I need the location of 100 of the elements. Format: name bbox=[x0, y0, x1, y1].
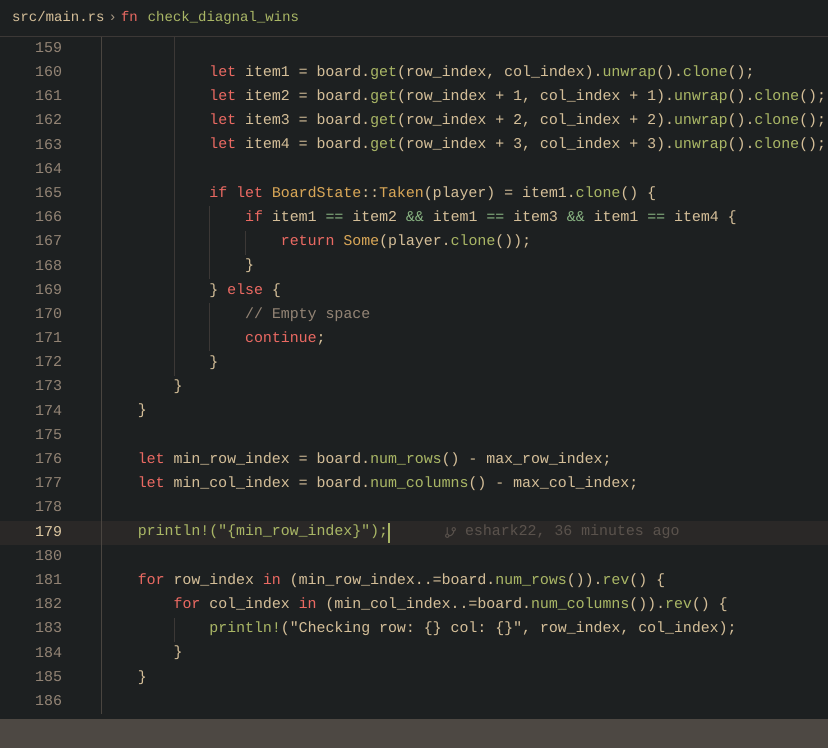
code-text: item1 bbox=[592, 210, 640, 226]
code-text: (row_index, col_index). bbox=[396, 66, 602, 81]
function-name: get bbox=[370, 66, 397, 81]
keyword: let bbox=[138, 452, 165, 468]
keyword: let bbox=[209, 138, 236, 154]
function-name: println! bbox=[138, 525, 210, 540]
function-name: clone bbox=[576, 186, 620, 202]
code-text: :: bbox=[361, 186, 380, 202]
line-number: 162 bbox=[34, 111, 62, 132]
line-number: 159 bbox=[34, 38, 62, 59]
code-text: (); bbox=[728, 66, 754, 81]
keyword: for bbox=[174, 598, 200, 613]
operator: == bbox=[325, 210, 344, 226]
function-name: clone bbox=[682, 66, 728, 81]
line-number: 178 bbox=[34, 498, 62, 518]
function-name: num_rows bbox=[370, 452, 442, 468]
line-number: 171 bbox=[34, 329, 62, 350]
code-text: ; bbox=[316, 332, 326, 347]
code-text: (row_index + 3, col_index + 3). bbox=[396, 138, 674, 154]
code-text: () - max_col_index; bbox=[468, 477, 638, 492]
code-text: ()). bbox=[566, 574, 602, 589]
function-name: clone bbox=[450, 235, 496, 250]
line-number: 166 bbox=[34, 208, 62, 228]
function-name: rev bbox=[665, 598, 692, 613]
code-text: item1 = board. bbox=[244, 66, 370, 81]
function-name: unwrap bbox=[674, 114, 728, 130]
line-number: 181 bbox=[34, 570, 62, 591]
code-text: } bbox=[174, 380, 182, 396]
code-text: } bbox=[138, 670, 147, 686]
operator: == bbox=[647, 210, 666, 226]
code-text: (); bbox=[799, 114, 826, 130]
code-text: item1 bbox=[432, 210, 478, 226]
line-number: 163 bbox=[34, 136, 62, 156]
function-name: get bbox=[370, 114, 397, 130]
code-text: (). bbox=[728, 138, 754, 154]
code-comment: // Empty space bbox=[245, 308, 370, 323]
breadcrumb-keyword: fn bbox=[120, 8, 138, 28]
line-number: 177 bbox=[34, 474, 62, 494]
code-text: (row_index + 2, col_index + 2). bbox=[396, 114, 674, 130]
code-text: col_index bbox=[208, 598, 291, 613]
text-cursor bbox=[388, 522, 390, 543]
line-number: 184 bbox=[34, 644, 62, 664]
code-text: (). bbox=[728, 90, 754, 105]
code-text: } bbox=[138, 404, 147, 420]
code-text: min_col_index = board. bbox=[172, 477, 370, 492]
line-number: 176 bbox=[34, 450, 62, 470]
code-text: item2 bbox=[351, 210, 398, 226]
line-number: 168 bbox=[34, 256, 62, 277]
function-name: num_columns bbox=[530, 598, 630, 613]
code-text: item4 { bbox=[673, 210, 737, 226]
keyword: continue bbox=[245, 332, 317, 347]
git-branch-icon bbox=[444, 526, 457, 540]
keyword: if let bbox=[209, 186, 264, 202]
breadcrumb-file[interactable]: src/main.rs bbox=[12, 8, 104, 28]
code-text: item3 bbox=[512, 210, 559, 226]
function-name: num_columns bbox=[370, 477, 468, 492]
keyword: if bbox=[245, 210, 263, 226]
code-text: min_row_index = board. bbox=[172, 452, 370, 468]
code-text: (player) = item1. bbox=[424, 186, 576, 202]
code-text: item4 = board. bbox=[244, 138, 370, 154]
keyword: let bbox=[209, 90, 236, 105]
code-text: () { bbox=[629, 574, 666, 589]
function-name: ("{min_row_index}"); bbox=[209, 525, 388, 540]
line-number: 169 bbox=[34, 280, 62, 301]
code-text: () { bbox=[692, 598, 728, 613]
code-text: } bbox=[245, 259, 254, 274]
keyword: let bbox=[138, 477, 165, 492]
code-text: ()); bbox=[495, 235, 532, 250]
function-name: get bbox=[370, 90, 397, 105]
keyword: else bbox=[227, 284, 263, 298]
operator: == bbox=[486, 210, 504, 226]
code-text: ()). bbox=[629, 598, 666, 613]
line-number: 170 bbox=[34, 304, 62, 325]
keyword: for bbox=[138, 574, 165, 589]
breadcrumb-symbol[interactable]: check_diagnal_wins bbox=[148, 8, 299, 28]
code-text: } bbox=[209, 284, 220, 298]
code-text: (). bbox=[656, 66, 683, 81]
code-text: () { bbox=[620, 186, 656, 202]
function-name: unwrap bbox=[674, 138, 728, 154]
function-name: num_rows bbox=[495, 574, 567, 589]
code-text: ("Checking row: {} col: {}", row_index, col_index); bbox=[280, 622, 736, 638]
function-name: unwrap bbox=[602, 66, 656, 81]
line-number: 183 bbox=[34, 619, 62, 640]
function-name: clone bbox=[754, 90, 800, 105]
breadcrumb-separator: › bbox=[108, 8, 117, 28]
line-number: 175 bbox=[34, 426, 62, 446]
function-name: unwrap bbox=[674, 90, 728, 105]
code-text: (player. bbox=[379, 235, 451, 250]
code-text: item1 bbox=[270, 210, 318, 226]
function-name: get bbox=[370, 138, 397, 154]
code-text: (); bbox=[799, 138, 826, 154]
line-number: 167 bbox=[34, 232, 62, 252]
code-text: item2 = board. bbox=[244, 90, 370, 105]
function-name: clone bbox=[754, 114, 800, 130]
function-name: rev bbox=[602, 574, 630, 589]
line-number: 186 bbox=[34, 692, 62, 712]
line-number: 160 bbox=[34, 63, 62, 84]
code-text: } bbox=[209, 356, 218, 371]
keyword: let bbox=[209, 114, 236, 130]
keyword: let bbox=[209, 66, 236, 81]
